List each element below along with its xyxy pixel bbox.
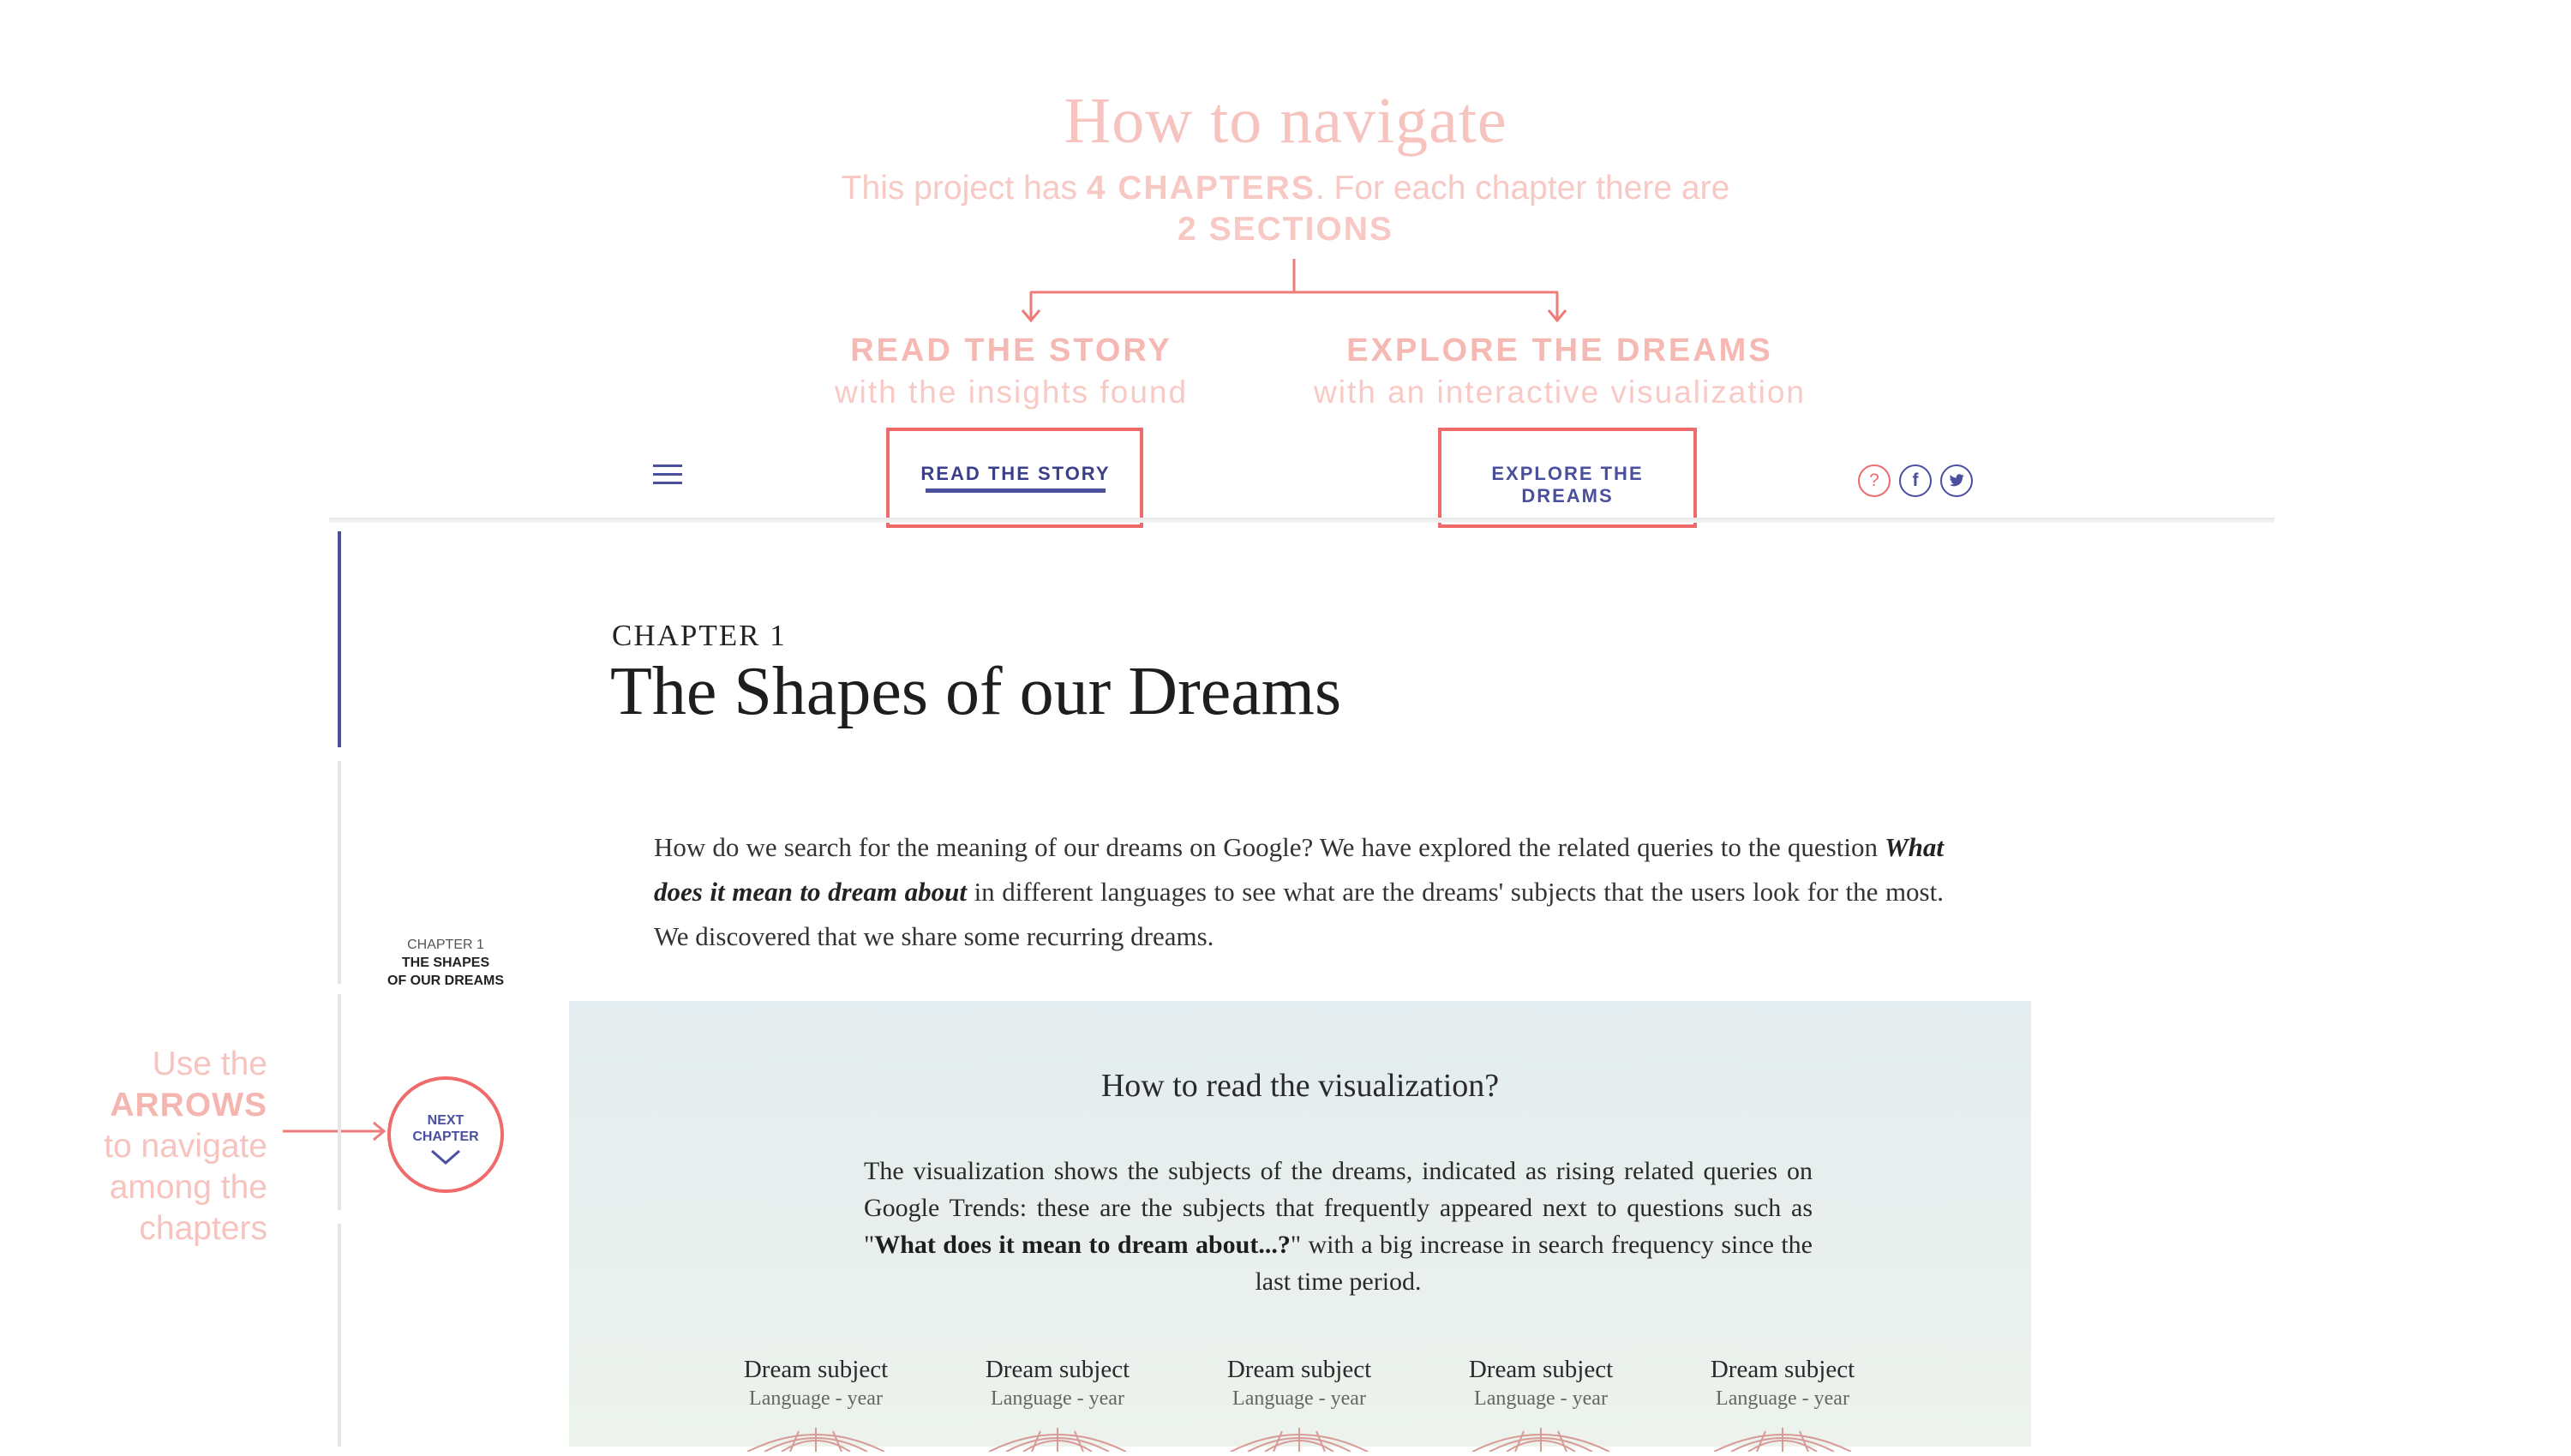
legend-item: Dream subject Language - year bbox=[713, 1356, 919, 1456]
legend-item: Dream subject Language - year bbox=[1680, 1356, 1885, 1456]
dream-shape-icon bbox=[988, 1428, 1127, 1453]
next-chapter-button[interactable]: NEXT CHAPTER bbox=[387, 1076, 504, 1193]
annotation-explore-dreams: EXPLORE THE DREAMS with an interactive v… bbox=[1314, 333, 1806, 410]
hamburger-menu-icon[interactable] bbox=[653, 464, 682, 485]
chevron-down-icon bbox=[431, 1149, 460, 1165]
legend-item: Dream subject Language - year bbox=[955, 1356, 1160, 1456]
nav-explore-the-dreams[interactable]: EXPLORE THE DREAMS bbox=[1445, 463, 1690, 507]
chapter-kicker: CHAPTER 1 bbox=[612, 619, 787, 652]
intro-paragraph: How do we search for the meaning of our … bbox=[654, 832, 1944, 951]
viz-guide-description: The visualization shows the subjects of … bbox=[864, 1157, 1813, 1296]
nav-active-underline bbox=[926, 488, 1106, 493]
dream-shape-icon bbox=[746, 1428, 885, 1453]
legend-item: Dream subject Language - year bbox=[1196, 1356, 1402, 1456]
twitter-icon[interactable] bbox=[1940, 464, 1973, 497]
nav-read-the-story[interactable]: READ THE STORY bbox=[908, 463, 1123, 485]
help-icon[interactable]: ? bbox=[1858, 464, 1891, 497]
annotation-read-story: READ THE STORY with the insights found bbox=[834, 333, 1189, 410]
annotation-arrows-note: Use the ARROWS to navigate among the cha… bbox=[104, 1046, 267, 1247]
timeline-segment bbox=[338, 761, 341, 984]
viz-guide-heading: How to read the visualization? bbox=[1100, 1068, 1500, 1104]
timeline-segment bbox=[338, 1224, 341, 1447]
facebook-icon[interactable]: f bbox=[1899, 464, 1932, 497]
sidebar-chapter-label: CHAPTER 1 THE SHAPES OF OUR DREAMS bbox=[387, 938, 504, 988]
page-title: The Shapes of our Dreams bbox=[610, 654, 1342, 729]
dream-shape-icon bbox=[1471, 1428, 1610, 1453]
timeline-segment bbox=[338, 994, 341, 1210]
legend-item: Dream subject Language - year bbox=[1438, 1356, 1644, 1456]
dream-shape-icon bbox=[1713, 1428, 1852, 1453]
dream-shape-icon bbox=[1230, 1428, 1369, 1453]
timeline-progress-active bbox=[338, 531, 341, 747]
header-divider bbox=[329, 518, 2274, 523]
